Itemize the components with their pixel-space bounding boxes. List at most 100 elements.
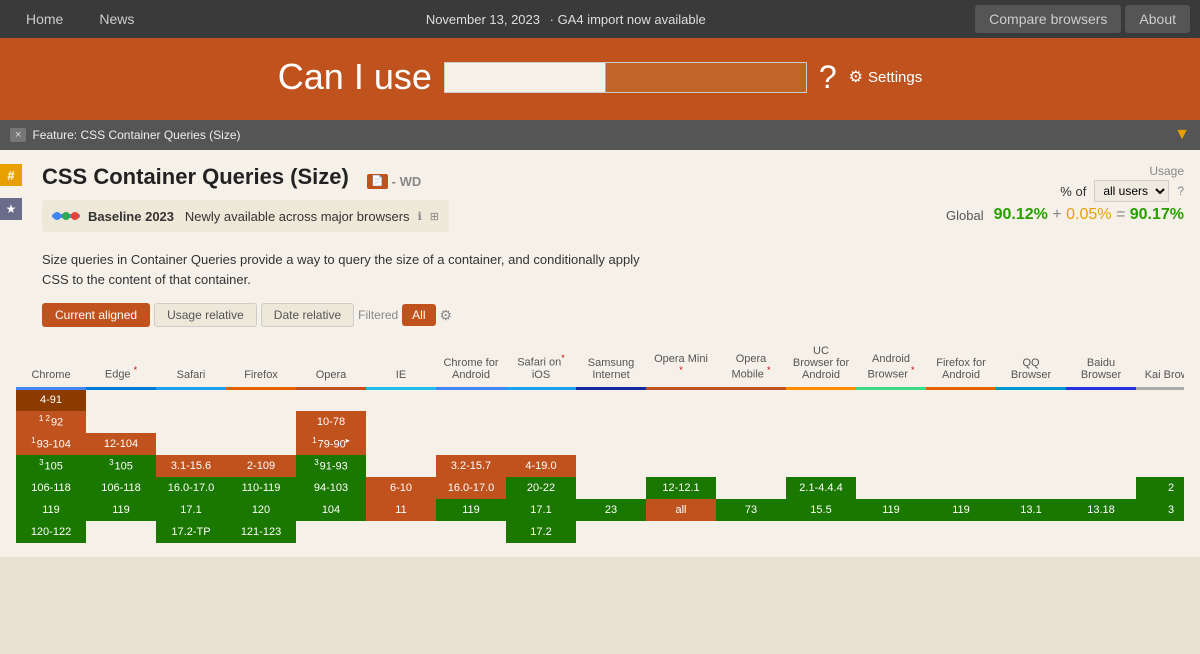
global-row: Global 90.12% + 0.05% = 90.17% [946, 206, 1184, 224]
version-cell[interactable]: 3105 [16, 455, 86, 477]
settings-button[interactable]: ⚙ Settings [849, 67, 923, 87]
wd-badge: 📄 - WD [367, 174, 421, 189]
about-button[interactable]: About [1125, 5, 1190, 33]
search-input-left[interactable] [445, 63, 605, 92]
feature-header: CSS Container Queries (Size) 📄 - WD [16, 164, 1184, 242]
version-cell[interactable]: 73 [716, 499, 786, 521]
version-cell[interactable]: 11 [366, 499, 436, 521]
version-cell[interactable]: 4-91 [16, 389, 86, 411]
users-dropdown[interactable]: all users [1094, 180, 1169, 202]
version-cell[interactable]: 2-109 [226, 455, 296, 477]
baseline-text: Baseline 2023 Newly available across maj… [88, 209, 410, 224]
star-icon[interactable]: ★ [0, 198, 22, 220]
version-cell[interactable]: all [646, 499, 716, 521]
breadcrumb-bar: × Feature: CSS Container Queries (Size) … [0, 120, 1200, 150]
baseline-info-icon[interactable]: ℹ [418, 210, 422, 223]
version-cell[interactable]: 119 [926, 499, 996, 521]
main-content: # ★ CSS Container Queries (Size) 📄 - WD [0, 150, 1200, 557]
version-cell[interactable]: 3105 [86, 455, 156, 477]
usage-plus: + [1052, 206, 1061, 223]
browser-col-opera: Opera [296, 341, 366, 389]
browser-col-qq: QQ Browser [996, 341, 1066, 389]
browser-col-uc: UC Browser for Android [786, 341, 856, 389]
version-cell[interactable]: 193-104 [16, 433, 86, 455]
usage-numbers: 90.12% + 0.05% = 90.17% [994, 206, 1184, 224]
version-cell[interactable]: 17.1 [506, 499, 576, 521]
version-cell[interactable]: 13.1 [996, 499, 1066, 521]
nav-center: November 13, 2023 · GA4 import now avail… [150, 12, 975, 27]
version-cell[interactable]: 10-78 [296, 411, 366, 433]
news-button[interactable]: News [83, 5, 150, 33]
version-cell[interactable]: 13.18 [1066, 499, 1136, 521]
baseline-logo [52, 206, 80, 226]
filtered-label: Filtered [358, 308, 398, 322]
search-input-right[interactable] [606, 63, 806, 92]
version-cell[interactable]: 17.2 [506, 521, 576, 543]
table-row: 120-122 17.2-TP 121-123 17.2 [16, 521, 1184, 543]
version-cell[interactable]: 179-90▸ [296, 433, 366, 455]
usage-help-icon[interactable]: ? [1177, 184, 1184, 198]
tab-usage-relative[interactable]: Usage relative [154, 303, 257, 327]
version-cell[interactable]: 17.2-TP [156, 521, 226, 543]
browser-table-wrapper: Chrome Edge * Safari Firefox Opera IE Ch… [16, 341, 1184, 543]
version-cell[interactable]: 16.0-17.0 [436, 477, 506, 499]
usage-scope: % of all users ? [946, 180, 1184, 202]
close-tag-button[interactable]: × [10, 128, 26, 142]
table-row: 119 119 17.1 120 104 11 119 17.1 23 all … [16, 499, 1184, 521]
version-cell[interactable]: 1 292 [16, 411, 86, 433]
version-cell[interactable]: 110-119 [226, 477, 296, 499]
hero-section: Can I use ? ⚙ Settings [0, 38, 1200, 120]
home-button[interactable]: Home [10, 5, 79, 33]
version-cell[interactable]: 119 [16, 499, 86, 521]
baseline-menu-icon[interactable]: ⊞ [430, 210, 439, 223]
gear-icon: ⚙ [849, 67, 863, 87]
tab-date-relative[interactable]: Date relative [261, 303, 354, 327]
version-cell[interactable]: 20-22 [506, 477, 576, 499]
version-cell[interactable]: 121-123 [226, 521, 296, 543]
hash-icon[interactable]: # [0, 164, 22, 186]
version-cell[interactable]: 3.2-15.7 [436, 455, 506, 477]
browser-header-row: Chrome Edge * Safari Firefox Opera IE Ch… [16, 341, 1184, 389]
version-cell[interactable]: 119 [436, 499, 506, 521]
settings-label: Settings [868, 69, 922, 86]
table-settings-icon[interactable]: ⚙ [440, 307, 453, 324]
version-cell[interactable]: 23 [576, 499, 646, 521]
version-cell[interactable]: 119 [856, 499, 926, 521]
version-cell[interactable]: 16.0-17.0 [156, 477, 226, 499]
version-cell[interactable]: 4-19.0 [506, 455, 576, 477]
wd-icon: 📄 [367, 174, 387, 189]
tab-current-aligned[interactable]: Current aligned [42, 303, 150, 327]
usage-equals: = [1116, 206, 1125, 223]
all-button[interactable]: All [402, 304, 435, 326]
version-cell[interactable]: 2 [1136, 477, 1184, 499]
version-cell[interactable]: 3.1-15.6 [156, 455, 226, 477]
table-row: 193-104 12-104 179-90▸ [16, 433, 1184, 455]
usage-scope-text: % of [1060, 184, 1086, 199]
browser-col-ie: IE [366, 341, 436, 389]
browser-col-edge: Edge * [86, 341, 156, 389]
version-cell[interactable]: 12-12.1 [646, 477, 716, 499]
version-cell[interactable]: 94-103 [296, 477, 366, 499]
browser-col-chrome-android: Chrome for Android [436, 341, 506, 389]
version-cell[interactable]: 2.1-4.4.4 [786, 477, 856, 499]
version-cell[interactable]: 119 [86, 499, 156, 521]
version-cell[interactable]: 3 [1136, 499, 1184, 521]
version-cell[interactable]: 120-122 [16, 521, 86, 543]
version-cell[interactable]: 6-10 [366, 477, 436, 499]
version-cell[interactable]: 106-118 [86, 477, 156, 499]
table-row: 3105 3105 3.1-15.6 2-109 391-93 3.2-15.7… [16, 455, 1184, 477]
top-nav: Home News November 13, 2023 · GA4 import… [0, 0, 1200, 38]
usage-total: 90.17% [1130, 206, 1184, 223]
nav-date: November 13, 2023 [426, 12, 540, 27]
version-cell[interactable]: 104 [296, 499, 366, 521]
browser-col-kai: Kai Brow... [1136, 341, 1184, 389]
version-cell[interactable]: 391-93 [296, 455, 366, 477]
browser-col-safari: Safari [156, 341, 226, 389]
version-cell[interactable]: 12-104 [86, 433, 156, 455]
browser-col-opera-mini: Opera Mini * [646, 341, 716, 389]
version-cell[interactable]: 106-118 [16, 477, 86, 499]
version-cell[interactable]: 120 [226, 499, 296, 521]
compare-button[interactable]: Compare browsers [975, 5, 1121, 33]
version-cell[interactable]: 17.1 [156, 499, 226, 521]
version-cell[interactable]: 15.5 [786, 499, 856, 521]
